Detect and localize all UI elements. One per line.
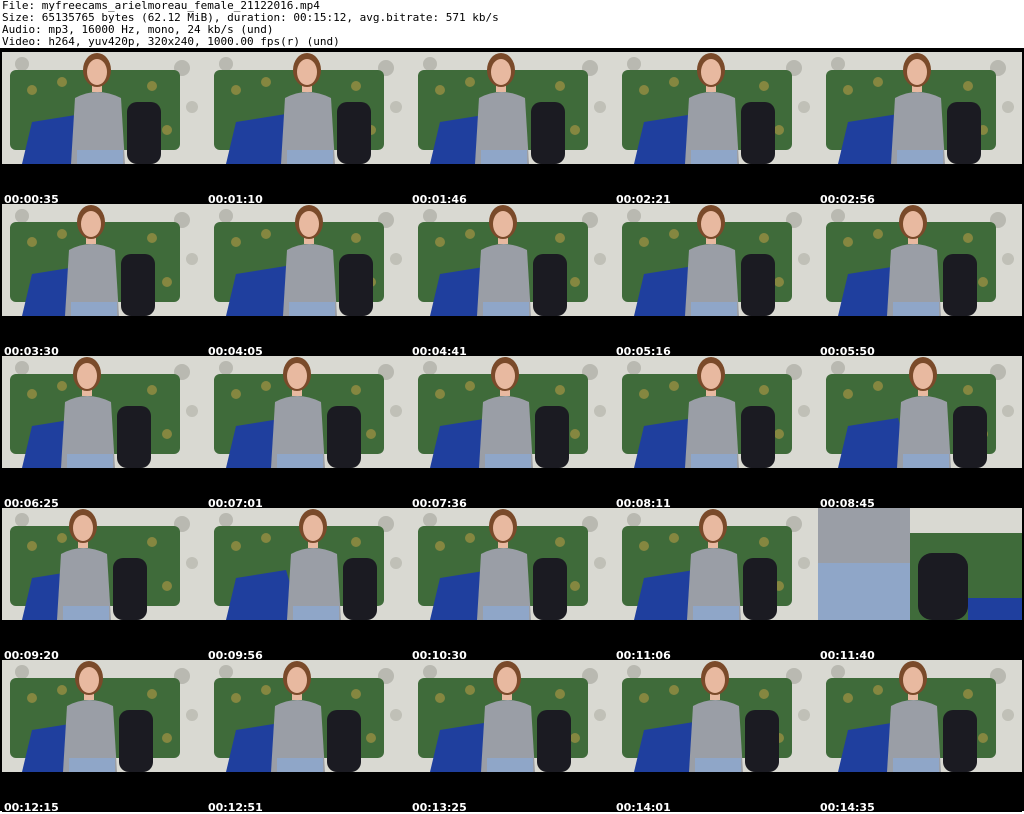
- video-frame-image: [2, 52, 206, 164]
- thumbnail-timestamp: 00:12:15: [4, 801, 59, 814]
- thumbnail-cell: 00:12:51: [206, 660, 410, 814]
- thumbnail-cell: 00:06:25: [2, 356, 206, 510]
- thumbnail-cell: 00:12:15: [2, 660, 206, 814]
- thumbnail-cell: 00:10:30: [410, 508, 614, 662]
- thumbnail-timestamp: 00:12:51: [208, 801, 263, 814]
- thumbnail-cell: 00:11:06: [614, 508, 818, 662]
- video-frame-image: [818, 204, 1022, 316]
- video-frame-image: [2, 660, 206, 772]
- video-info-line: Video: h264, yuv420p, 320x240, 1000.00 f…: [2, 35, 340, 48]
- thumbnail-cell: 00:08:11: [614, 356, 818, 510]
- thumbnail-cell: 00:14:01: [614, 660, 818, 814]
- thumbnail-cell: 00:08:45: [818, 356, 1022, 510]
- thumbnail-timestamp: 00:14:01: [616, 801, 671, 814]
- video-frame-image: [818, 508, 1022, 620]
- video-frame-image: [206, 356, 410, 468]
- video-frame-image: [818, 52, 1022, 164]
- thumbnail-cell: 00:07:01: [206, 356, 410, 510]
- thumbnail-cell: 00:14:35: [818, 660, 1022, 814]
- video-frame-image: [614, 356, 818, 468]
- video-frame-image: [2, 356, 206, 468]
- video-frame-image: [2, 204, 206, 316]
- thumbnail-cell: 00:02:21: [614, 52, 818, 206]
- video-frame-image: [410, 660, 614, 772]
- video-frame-image: [614, 204, 818, 316]
- video-frame-image: [410, 52, 614, 164]
- file-info-header: File: myfreecams_arielmoreau_female_2112…: [0, 0, 1024, 48]
- video-frame-image: [818, 356, 1022, 468]
- video-frame-image: [410, 356, 614, 468]
- video-frame-image: [206, 52, 410, 164]
- thumbnail-cell: 00:04:41: [410, 204, 614, 358]
- video-frame-image: [614, 508, 818, 620]
- video-frame-image: [206, 508, 410, 620]
- video-frame-image: [614, 52, 818, 164]
- thumbnail-cell: 00:05:50: [818, 204, 1022, 358]
- thumbnail-cell: 00:02:56: [818, 52, 1022, 206]
- thumbnail-cell: 00:04:05: [206, 204, 410, 358]
- thumbnail-cell: 00:13:25: [410, 660, 614, 814]
- thumbnail-cell: 00:09:20: [2, 508, 206, 662]
- thumbnail-cell: 00:07:36: [410, 356, 614, 510]
- video-frame-image: [410, 508, 614, 620]
- thumbnail-cell: 00:03:30: [2, 204, 206, 358]
- video-frame-image: [614, 660, 818, 772]
- thumbnail-cell: 00:05:16: [614, 204, 818, 358]
- thumbnail-cell: 00:01:46: [410, 52, 614, 206]
- video-frame-image: [206, 660, 410, 772]
- thumbnail-grid: 00:00:35 00:01:10 00:01:46 00:02:21 00:02:56…: [0, 48, 1024, 814]
- thumbnail-cell: 00:00:35: [2, 52, 206, 206]
- video-frame-image: [818, 660, 1022, 772]
- video-frame-image: [410, 204, 614, 316]
- video-frame-image: [2, 508, 206, 620]
- thumbnail-cell: 00:09:56: [206, 508, 410, 662]
- thumbnail-timestamp: 00:14:35: [820, 801, 875, 814]
- thumbnail-cell: 00:11:40: [818, 508, 1022, 662]
- thumbnail-timestamp: 00:13:25: [412, 801, 467, 814]
- video-frame-image: [206, 204, 410, 316]
- thumbnail-cell: 00:01:10: [206, 52, 410, 206]
